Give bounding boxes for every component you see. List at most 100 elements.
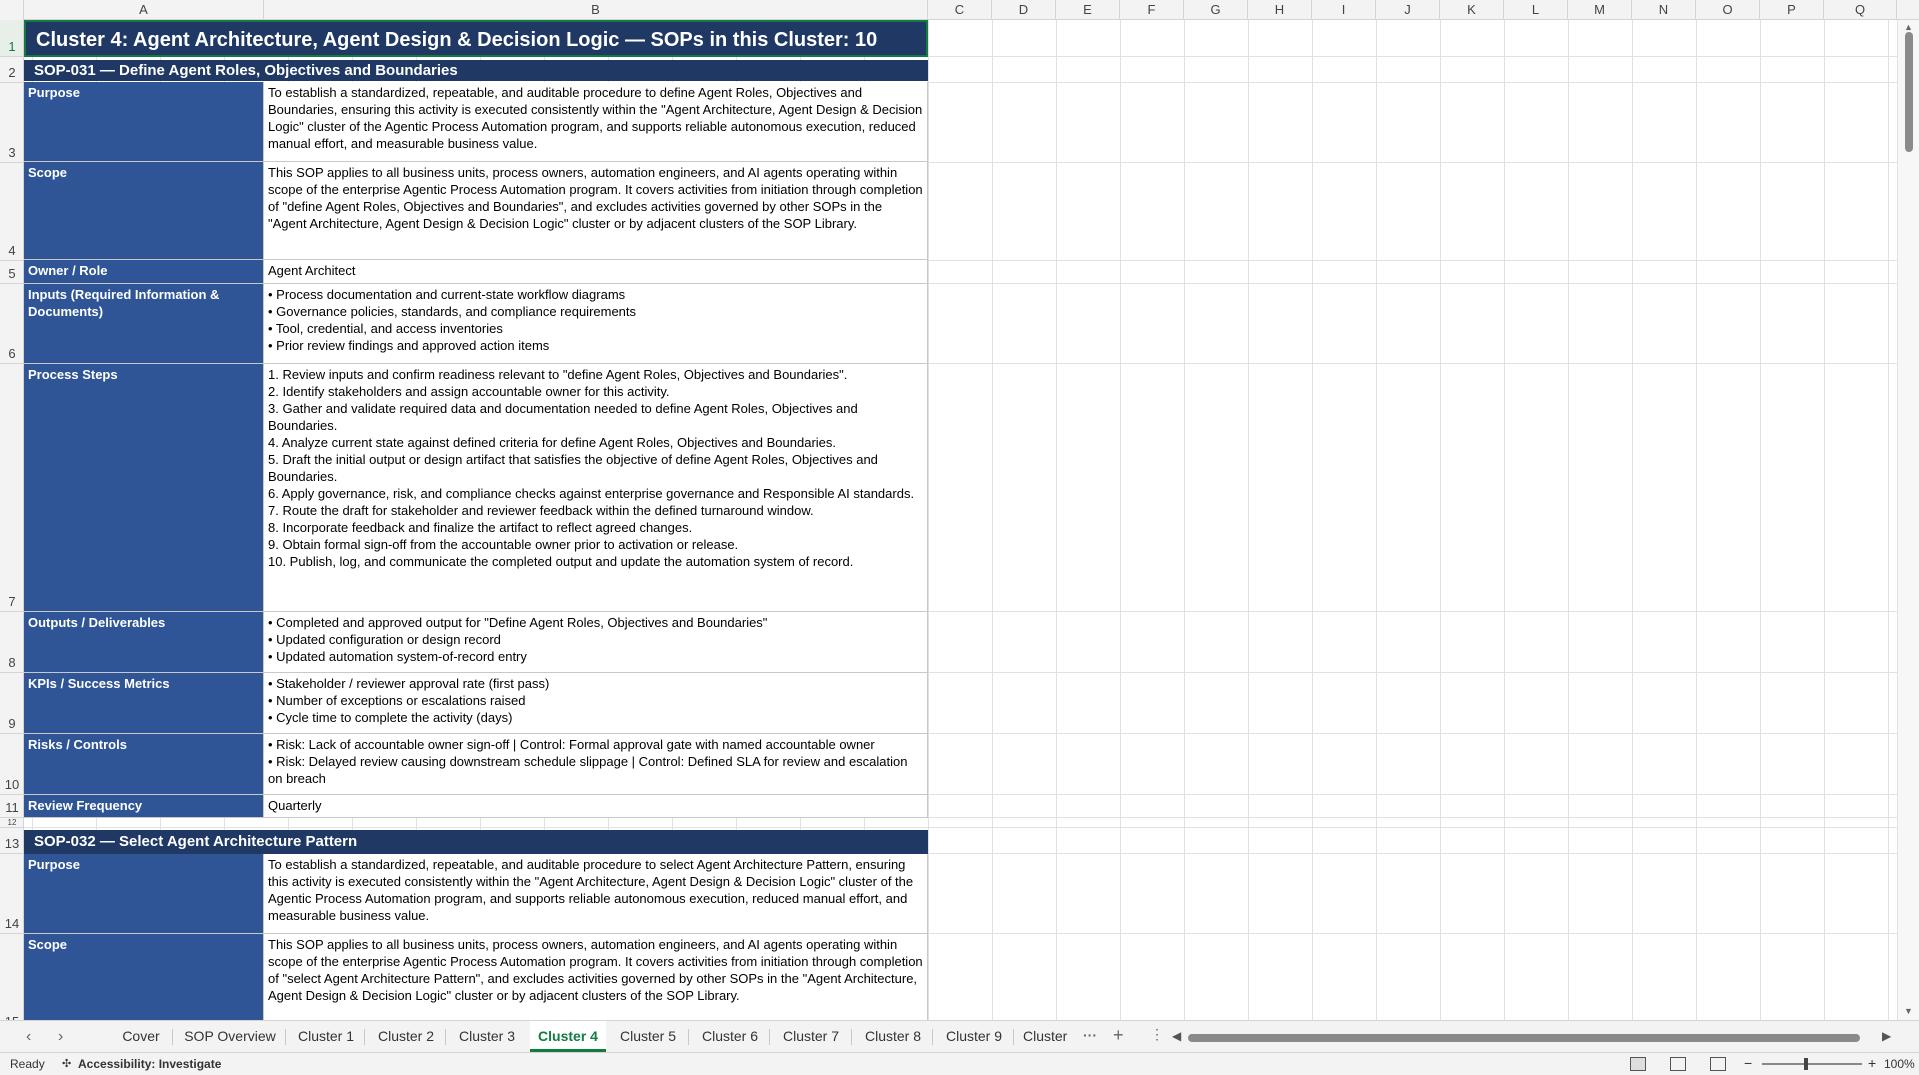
column-header-h[interactable]: H — [1248, 0, 1312, 20]
page-layout-view-icon[interactable] — [1670, 1057, 1686, 1071]
column-header-c[interactable]: C — [928, 0, 992, 20]
sop-032-header[interactable]: SOP-032 — Select Agent Architecture Patt… — [24, 830, 928, 854]
scroll-right-icon[interactable]: ▶ — [1882, 1029, 1891, 1043]
row-header-14[interactable]: 14 — [0, 854, 23, 934]
sop-031-outputs-row[interactable]: Outputs / Deliverables • Completed and a… — [24, 612, 928, 673]
worksheet-grid[interactable]: Cluster 4: Agent Architecture, Agent Des… — [24, 20, 1897, 1020]
sop-031-inputs-row[interactable]: Inputs (Required Information & Documents… — [24, 284, 928, 364]
row-header-12[interactable]: 12 — [0, 818, 23, 828]
scroll-left-icon[interactable]: ◀ — [1172, 1029, 1181, 1043]
row-header-10[interactable]: 10 — [0, 734, 23, 795]
tab-cluster-5[interactable]: Cluster 5 — [612, 1021, 684, 1052]
row-header-9[interactable]: 9 — [0, 673, 23, 734]
page-break-view-icon[interactable] — [1710, 1057, 1726, 1071]
zoom-in-icon[interactable]: + — [1868, 1055, 1876, 1071]
row-label: Purpose — [24, 854, 264, 933]
tab-cluster-truncated[interactable]: Cluster — [1019, 1021, 1075, 1052]
sop-031-steps-row[interactable]: Process Steps 1. Review inputs and confi… — [24, 364, 928, 612]
sop-032-scope-row[interactable]: Scope This SOP applies to all business u… — [24, 934, 928, 1020]
accessibility-icon: ✣ — [62, 1058, 72, 1070]
sop-031-purpose-row[interactable]: Purpose To establish a standardized, rep… — [24, 82, 928, 162]
row-value: Quarterly — [264, 795, 928, 817]
column-header-l[interactable]: L — [1504, 0, 1568, 20]
column-header-k[interactable]: K — [1440, 0, 1504, 20]
row-label: Risks / Controls — [24, 734, 264, 794]
column-header-i[interactable]: I — [1312, 0, 1376, 20]
tab-cluster-6[interactable]: Cluster 6 — [694, 1021, 766, 1052]
sop-031-frequency-row[interactable]: Review Frequency Quarterly — [24, 795, 928, 818]
normal-view-icon[interactable] — [1630, 1057, 1646, 1071]
tab-cluster-4[interactable]: Cluster 4 — [530, 1021, 606, 1052]
row-header-8[interactable]: 8 — [0, 612, 23, 673]
accessibility-status[interactable]: Accessibility: Investigate — [78, 1057, 221, 1071]
row-header-7[interactable]: 7 — [0, 364, 23, 612]
tab-cluster-1[interactable]: Cluster 1 — [291, 1021, 361, 1052]
column-header-m[interactable]: M — [1568, 0, 1632, 20]
sop-032-purpose-row[interactable]: Purpose To establish a standardized, rep… — [24, 854, 928, 934]
row-header-2[interactable]: 2 — [0, 57, 23, 83]
row-value: To establish a standardized, repeatable,… — [264, 854, 928, 933]
tab-cluster-9[interactable]: Cluster 9 — [938, 1021, 1010, 1052]
column-header-d[interactable]: D — [992, 0, 1056, 20]
horizontal-scroll-thumb[interactable] — [1188, 1034, 1860, 1042]
row-header-3[interactable]: 3 — [0, 83, 23, 163]
row-label: Scope — [24, 934, 264, 1020]
scroll-up-icon[interactable]: ▲ — [1904, 22, 1913, 32]
zoom-out-icon[interactable]: − — [1744, 1055, 1752, 1071]
row-header-1[interactable]: 1 — [0, 20, 23, 57]
row-value: • Process documentation and current-stat… — [264, 284, 928, 363]
scroll-down-icon[interactable]: ▼ — [1904, 1006, 1913, 1016]
row-value: • Stakeholder / reviewer approval rate (… — [264, 673, 928, 733]
status-bar: Ready ✣ Accessibility: Investigate − + 1… — [0, 1052, 1919, 1075]
row-value: • Risk: Lack of accountable owner sign-o… — [264, 734, 928, 794]
row-header-5[interactable]: 5 — [0, 261, 23, 284]
prev-sheet-icon[interactable]: ‹ — [26, 1028, 31, 1046]
vertical-scrollbar[interactable]: ▲ ▼ — [1897, 20, 1919, 1020]
tab-sop-overview[interactable]: SOP Overview — [178, 1021, 282, 1052]
zoom-slider-thumb[interactable] — [1804, 1058, 1808, 1070]
column-header-e[interactable]: E — [1056, 0, 1120, 20]
row-value: 1. Review inputs and confirm readiness r… — [264, 364, 928, 611]
row-header-4[interactable]: 4 — [0, 163, 23, 261]
row-header-11[interactable]: 11 — [0, 795, 23, 818]
column-header-g[interactable]: G — [1184, 0, 1248, 20]
row-header-6[interactable]: 6 — [0, 284, 23, 364]
sop-031-kpis-row[interactable]: KPIs / Success Metrics • Stakeholder / r… — [24, 673, 928, 734]
next-sheet-icon[interactable]: › — [58, 1028, 63, 1046]
row-label: Process Steps — [24, 364, 264, 611]
sop-031-owner-row[interactable]: Owner / Role Agent Architect — [24, 260, 928, 284]
tab-cluster-7[interactable]: Cluster 7 — [775, 1021, 847, 1052]
row-value: To establish a standardized, repeatable,… — [264, 82, 928, 161]
row-header-13[interactable]: 13 — [0, 828, 23, 854]
row-value: This SOP applies to all business units, … — [264, 934, 928, 1020]
row-value: • Completed and approved output for "Def… — [264, 612, 928, 672]
more-sheets-icon[interactable]: ··· — [1083, 1027, 1097, 1043]
row-label: KPIs / Success Metrics — [24, 673, 264, 733]
sop-031-risks-row[interactable]: Risks / Controls • Risk: Lack of account… — [24, 734, 928, 795]
tab-cluster-3[interactable]: Cluster 3 — [451, 1021, 523, 1052]
sop-031-header[interactable]: SOP-031 — Define Agent Roles, Objectives… — [24, 60, 928, 81]
tab-options-icon[interactable]: ⋮ — [1150, 1026, 1164, 1043]
select-all-corner[interactable] — [0, 0, 24, 20]
row-header-15[interactable]: 15 — [0, 934, 23, 1020]
column-header-bar: A B C D E F G H I J K L M N O P Q — [0, 0, 1919, 20]
column-header-b[interactable]: B — [264, 0, 928, 20]
column-header-f[interactable]: F — [1120, 0, 1184, 20]
tab-cluster-2[interactable]: Cluster 2 — [370, 1021, 442, 1052]
column-header-a[interactable]: A — [24, 0, 264, 20]
sop-031-scope-row[interactable]: Scope This SOP applies to all business u… — [24, 162, 928, 260]
column-header-j[interactable]: J — [1376, 0, 1440, 20]
vertical-scroll-thumb[interactable] — [1905, 32, 1913, 152]
column-header-n[interactable]: N — [1632, 0, 1696, 20]
row-value: This SOP applies to all business units, … — [264, 162, 928, 259]
tab-cluster-8[interactable]: Cluster 8 — [857, 1021, 929, 1052]
column-header-p[interactable]: P — [1760, 0, 1824, 20]
column-header-q[interactable]: Q — [1824, 0, 1897, 20]
row-label: Purpose — [24, 82, 264, 161]
add-sheet-icon[interactable]: + — [1113, 1025, 1124, 1046]
tab-cover[interactable]: Cover — [112, 1021, 170, 1052]
zoom-level[interactable]: 100% — [1884, 1057, 1915, 1071]
zoom-slider[interactable] — [1762, 1063, 1862, 1065]
column-header-o[interactable]: O — [1696, 0, 1760, 20]
cluster-title-cell[interactable]: Cluster 4: Agent Architecture, Agent Des… — [24, 20, 928, 57]
